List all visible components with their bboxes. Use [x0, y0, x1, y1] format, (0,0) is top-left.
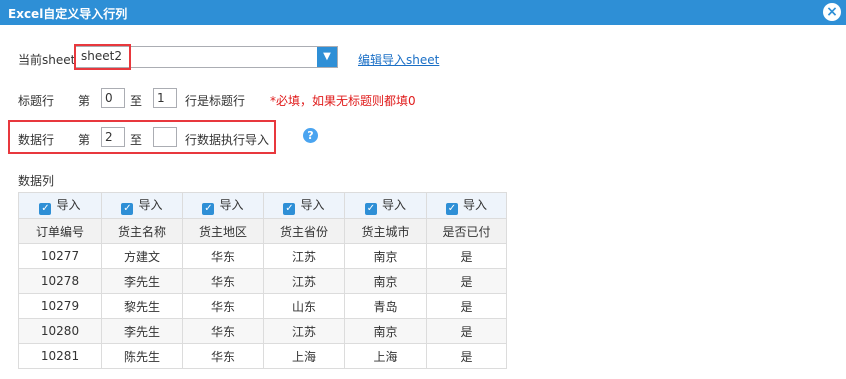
table-cell: 华东	[182, 243, 264, 269]
table-cell: 山东	[263, 293, 345, 319]
title-row-middle: 至	[130, 94, 143, 108]
table-row: 10281 陈先生 华东 上海 上海 是	[18, 343, 507, 369]
table-cell: 陈先生	[101, 343, 183, 369]
table-cell: 青岛	[344, 293, 427, 319]
import-label: 导入	[381, 198, 406, 212]
title-row-to-input[interactable]: 1	[153, 88, 177, 108]
column-header: 货主城市	[344, 218, 427, 244]
data-row-highlight	[8, 120, 276, 154]
import-checkbox-row: ✓ 导入 ✓ 导入 ✓ 导入 ✓ 导入 ✓ 导入 ✓ 导入	[18, 192, 507, 219]
import-label: 导入	[56, 198, 81, 212]
title-row-from-input[interactable]: 0	[101, 88, 125, 108]
table-cell: 华东	[182, 268, 264, 294]
help-icon[interactable]: ?	[303, 128, 318, 143]
table-cell: 是	[426, 293, 507, 319]
table-cell: 南京	[344, 243, 427, 269]
import-label: 导入	[462, 198, 487, 212]
chevron-down-icon[interactable]: ▼	[317, 47, 337, 67]
sheet-highlight	[74, 44, 131, 70]
checkbox-checked-icon[interactable]: ✓	[283, 203, 296, 215]
title-bar: Excel自定义导入行列 ×	[0, 0, 846, 25]
table-cell: 黎先生	[101, 293, 183, 319]
table-cell: 南京	[344, 268, 427, 294]
checkbox-checked-icon[interactable]: ✓	[39, 203, 52, 215]
table-cell: 是	[426, 268, 507, 294]
table-cell: 是	[426, 343, 507, 369]
table-cell: 10277	[18, 243, 102, 269]
edit-import-sheet-link[interactable]: 编辑导入sheet	[358, 51, 439, 68]
import-label: 导入	[300, 198, 325, 212]
title-row-suffix: 行是标题行	[185, 94, 246, 108]
required-note: *必填，如果无标题则都填0	[270, 94, 416, 108]
import-cell[interactable]: ✓ 导入	[101, 192, 183, 219]
checkbox-checked-icon[interactable]: ✓	[121, 203, 134, 215]
table-cell: 上海	[344, 343, 427, 369]
import-cell[interactable]: ✓ 导入	[263, 192, 345, 219]
window-title: Excel自定义导入行列	[8, 7, 128, 21]
table-cell: 方建文	[101, 243, 183, 269]
table-cell: 华东	[182, 318, 264, 344]
column-header: 货主地区	[182, 218, 264, 244]
import-cell[interactable]: ✓ 导入	[344, 192, 427, 219]
table-cell: 华东	[182, 293, 264, 319]
table-cell: 南京	[344, 318, 427, 344]
table-cell: 华东	[182, 343, 264, 369]
title-row-label: 标题行	[18, 94, 55, 108]
table-cell: 江苏	[263, 318, 345, 344]
sheet-label: 当前sheet	[18, 53, 76, 67]
import-cell[interactable]: ✓ 导入	[182, 192, 264, 219]
import-label: 导入	[138, 198, 163, 212]
checkbox-checked-icon[interactable]: ✓	[445, 203, 458, 215]
table-cell: 是	[426, 318, 507, 344]
column-header: 货主名称	[101, 218, 183, 244]
import-cell[interactable]: ✓ 导入	[18, 192, 102, 219]
table-cell: 10278	[18, 268, 102, 294]
table-cell: 10281	[18, 343, 102, 369]
import-label: 导入	[219, 198, 244, 212]
table-cell: 江苏	[263, 268, 345, 294]
column-header: 订单编号	[18, 218, 102, 244]
table-cell: 是	[426, 243, 507, 269]
table-cell: 江苏	[263, 243, 345, 269]
close-icon[interactable]: ×	[823, 3, 841, 21]
table-cell: 10279	[18, 293, 102, 319]
checkbox-checked-icon[interactable]: ✓	[364, 203, 377, 215]
import-cell[interactable]: ✓ 导入	[426, 192, 507, 219]
table-row: 10278 李先生 华东 江苏 南京 是	[18, 268, 507, 294]
title-row-prefix: 第	[78, 94, 91, 108]
table-cell: 上海	[263, 343, 345, 369]
table-row: 10280 李先生 华东 江苏 南京 是	[18, 318, 507, 344]
data-columns-label: 数据列	[18, 174, 55, 188]
table-header-row: 订单编号 货主名称 货主地区 货主省份 货主城市 是否已付	[18, 218, 507, 244]
table-row: 10279 黎先生 华东 山东 青岛 是	[18, 293, 507, 319]
table-row: 10277 方建文 华东 江苏 南京 是	[18, 243, 507, 269]
data-columns-table: ✓ 导入 ✓ 导入 ✓ 导入 ✓ 导入 ✓ 导入 ✓ 导入 订单编号 货主名称 货主地区 货…	[18, 192, 507, 369]
table-cell: 10280	[18, 318, 102, 344]
table-cell: 李先生	[101, 268, 183, 294]
table-cell: 李先生	[101, 318, 183, 344]
checkbox-checked-icon[interactable]: ✓	[202, 203, 215, 215]
column-header: 货主省份	[263, 218, 345, 244]
column-header: 是否已付	[426, 218, 507, 244]
